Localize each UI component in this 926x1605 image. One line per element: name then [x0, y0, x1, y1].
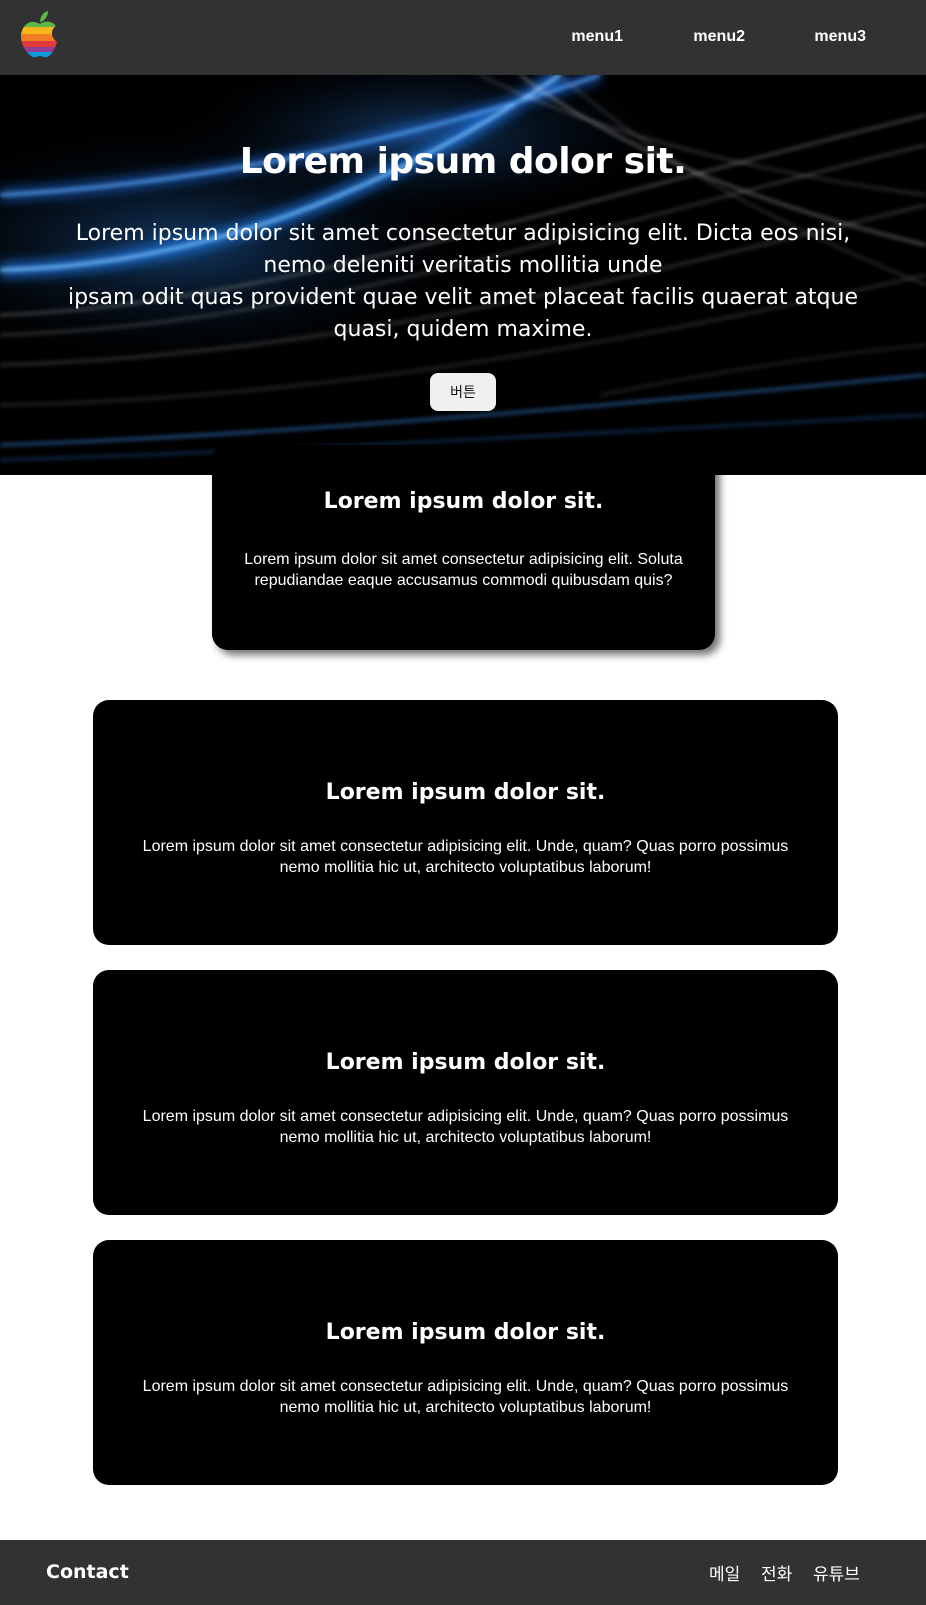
card-text: Lorem ipsum dolor sit amet consectetur a… [142, 1378, 789, 1416]
footer-mail-link[interactable]: 메일 [709, 1560, 740, 1585]
hero-section: Lorem ipsum dolor sit. Lorem ipsum dolor… [0, 75, 926, 475]
footer-phone-link[interactable]: 전화 [761, 1560, 792, 1585]
footer-contact-title: Contact [46, 1561, 129, 1583]
card-text: Lorem ipsum dolor sit amet consectetur a… [142, 838, 789, 876]
card-title: Lorem ipsum dolor sit. [325, 1320, 606, 1345]
feature-card: Lorem ipsum dolor sit. Lorem ipsum dolor… [212, 445, 715, 650]
hero-description-line1: Lorem ipsum dolor sit amet consectetur a… [75, 221, 851, 278]
hero-description-line2: ipsam odit quas provident quae velit ame… [67, 285, 859, 342]
card-text: Lorem ipsum dolor sit amet consectetur a… [142, 1108, 789, 1146]
nav-menu2-link[interactable]: menu2 [693, 28, 745, 46]
nav-menu3-link[interactable]: menu3 [814, 28, 866, 46]
card-title: Lorem ipsum dolor sit. [325, 1050, 606, 1075]
footer: Contact 메일 전화 유튜브 [0, 1540, 926, 1605]
top-navigation-bar: menu1 menu2 menu3 [0, 0, 926, 75]
footer-youtube-link[interactable]: 유튜브 [813, 1560, 860, 1585]
card-title: Lorem ipsum dolor sit. [325, 780, 606, 805]
feature-card-title: Lorem ipsum dolor sit. [323, 489, 604, 514]
content-card-1: Lorem ipsum dolor sit. Lorem ipsum dolor… [93, 700, 838, 945]
apple-logo-icon[interactable] [19, 9, 61, 61]
feature-card-text: Lorem ipsum dolor sit amet consectetur a… [244, 551, 683, 589]
nav-menu1-link[interactable]: menu1 [571, 28, 623, 46]
hero-title: Lorem ipsum dolor sit. [239, 141, 687, 182]
content-card-3: Lorem ipsum dolor sit. Lorem ipsum dolor… [93, 1240, 838, 1485]
content-card-2: Lorem ipsum dolor sit. Lorem ipsum dolor… [93, 970, 838, 1215]
hero-description: Lorem ipsum dolor sit amet consectetur a… [60, 218, 866, 346]
hero-button[interactable]: 버튼 [430, 373, 496, 411]
